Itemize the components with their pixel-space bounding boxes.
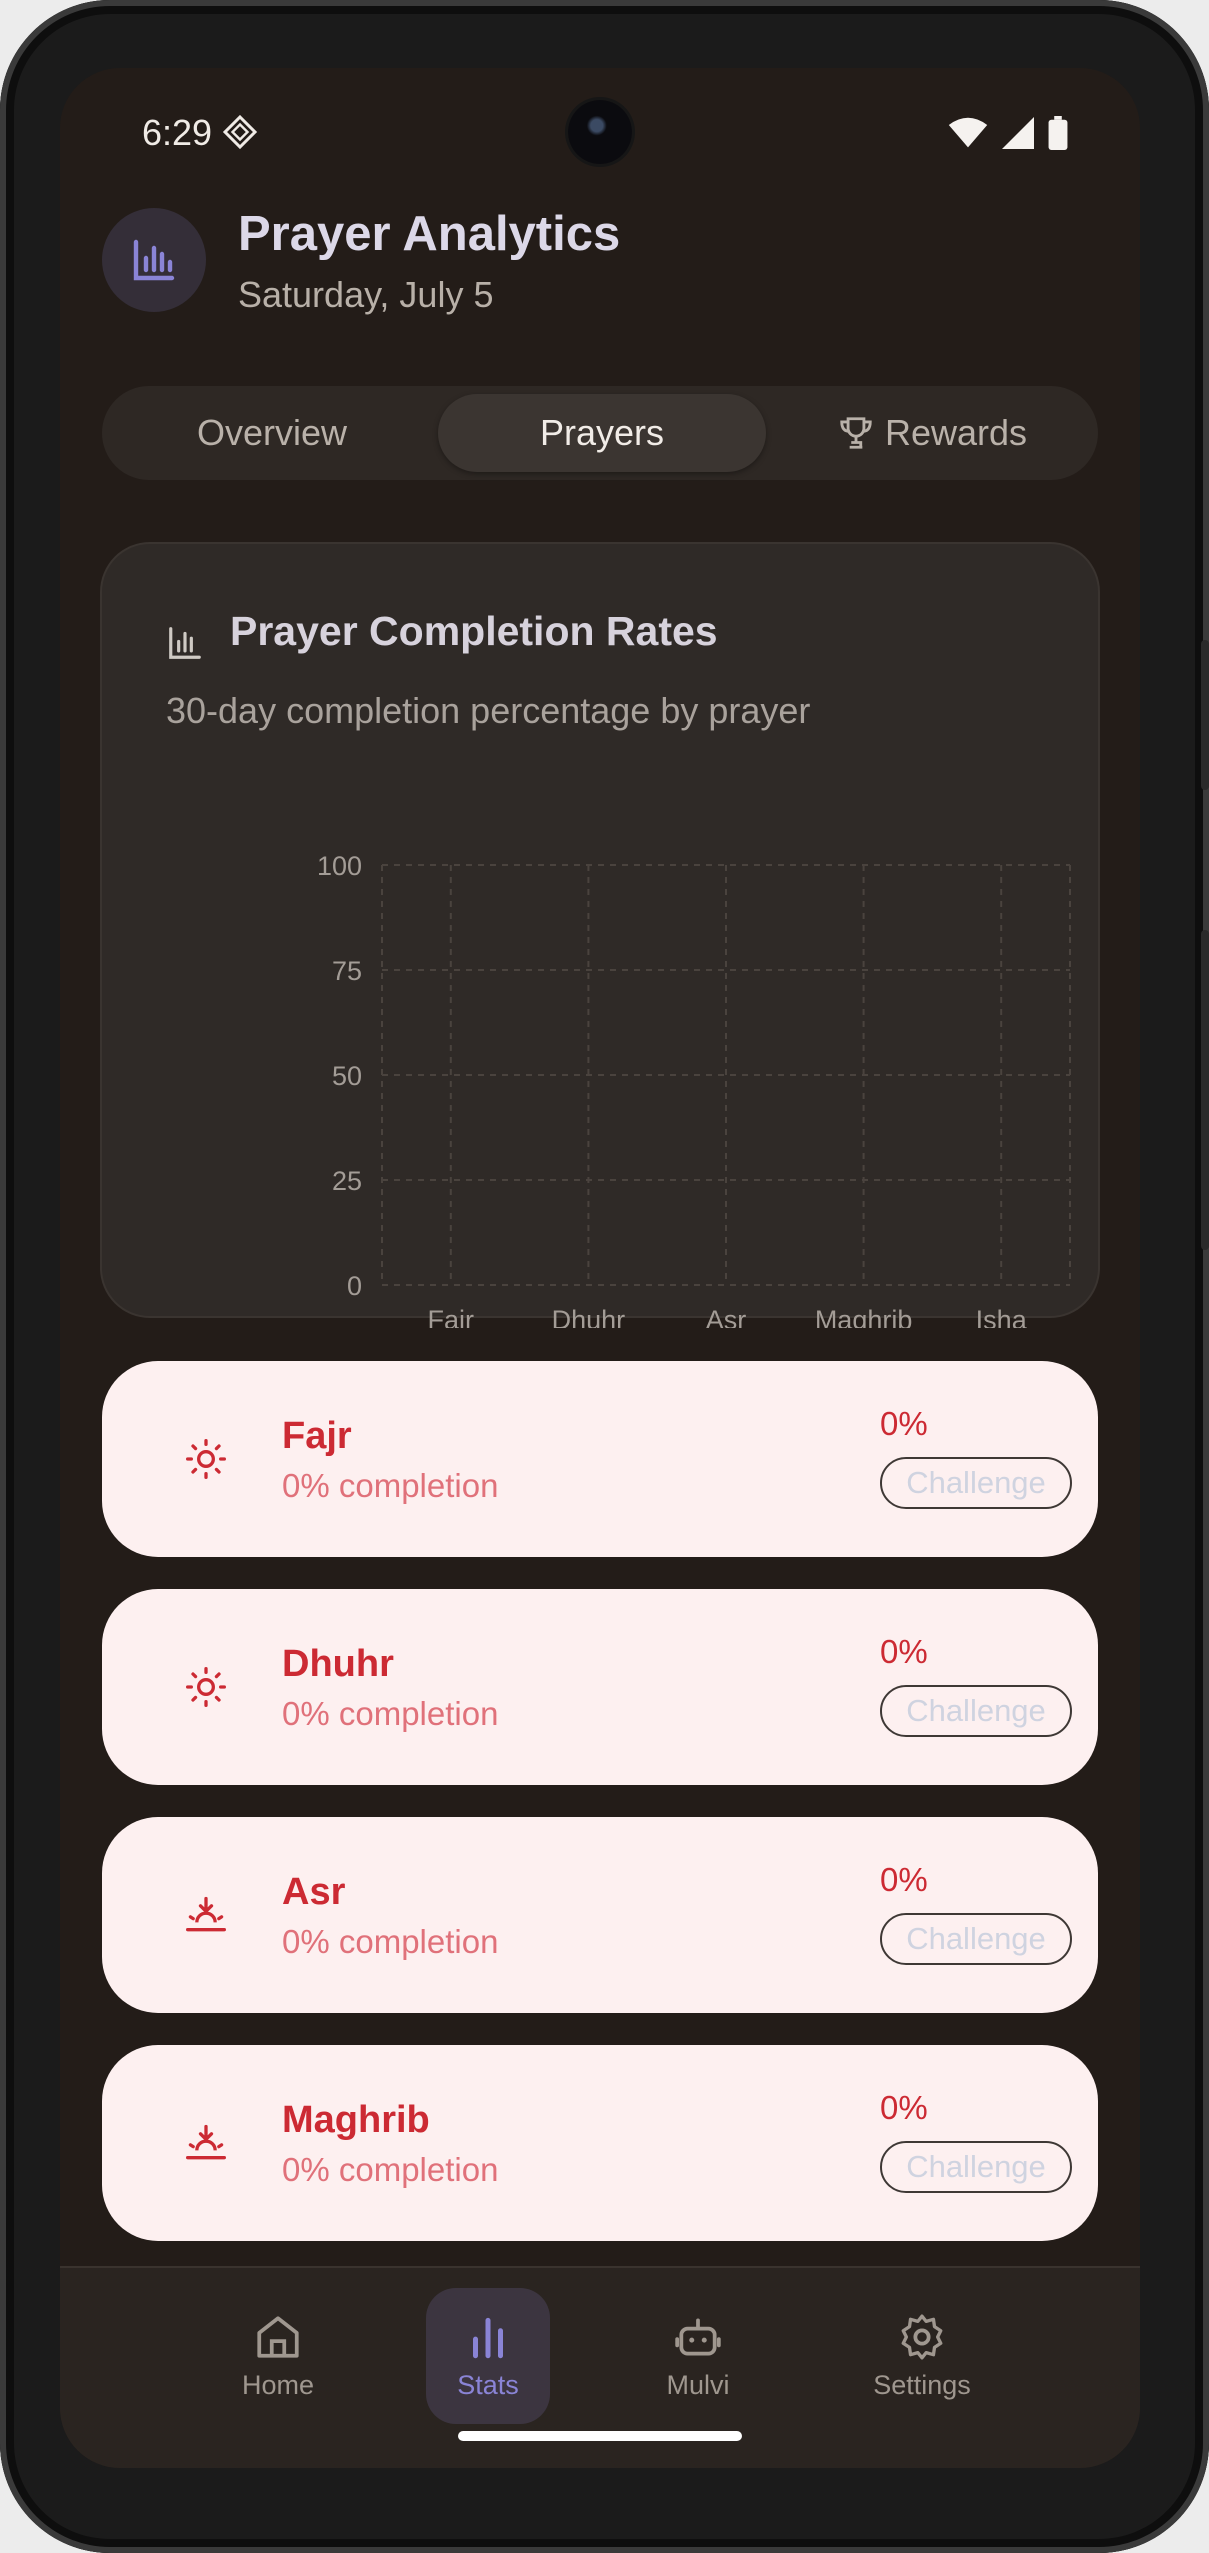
y-tick-label: 0 (347, 1271, 362, 1301)
header-avatar (102, 208, 206, 312)
phone-frame: 6:29 Prayer Analytics Saturday, July 5 O… (0, 0, 1209, 2553)
tab-prayers[interactable]: Prayers (438, 394, 766, 472)
challenge-button[interactable]: Challenge (880, 1685, 1072, 1737)
wifi-icon (948, 117, 988, 148)
bar-chart-icon (169, 627, 201, 659)
robot-icon (675, 2317, 721, 2356)
signal-icon (1002, 117, 1034, 149)
page-title: Prayer Analytics (238, 207, 621, 261)
prayer-completion: 0% completion (282, 1923, 499, 1960)
x-tick-label: Dhuhr (552, 1305, 626, 1328)
home-icon (257, 2315, 299, 2358)
challenge-button[interactable]: Challenge (880, 1457, 1072, 1509)
nav-mulvi[interactable]: Mulvi (636, 2288, 760, 2424)
x-tick-label: Maghrib (815, 1305, 913, 1328)
app-screen: 6:29 Prayer Analytics Saturday, July 5 O… (60, 68, 1140, 2468)
y-tick-label: 75 (332, 956, 362, 986)
nav-home[interactable]: Home (216, 2288, 340, 2424)
chart-title: Prayer Completion Rates (230, 608, 718, 654)
trophy-icon (840, 417, 872, 449)
prayer-percent: 0% (880, 1861, 928, 1898)
prayer-percent: 0% (880, 1405, 928, 1442)
prayer-row-fajr[interactable]: Fajr 0% completion 0% Challenge (102, 1361, 1098, 1557)
prayer-row-maghrib[interactable]: Maghrib 0% completion 0% Challenge (102, 2045, 1098, 2241)
y-tick-label: 50 (332, 1061, 362, 1091)
notification-icon (222, 114, 258, 150)
prayer-percent: 0% (880, 1633, 928, 1670)
prayer-name: Asr (282, 1871, 346, 1913)
prayer-row-asr[interactable]: Asr 0% completion 0% Challenge (102, 1817, 1098, 2013)
nav-settings[interactable]: Settings (854, 2288, 990, 2424)
prayer-completion: 0% completion (282, 2151, 499, 2188)
chart-subtitle: 30-day completion percentage by prayer (166, 690, 811, 731)
prayer-completion: 0% completion (282, 1467, 499, 1504)
status-time: 6:29 (142, 112, 213, 153)
completion-bar-chart: 0 25 50 75 100 Fajr Dhuhr Asr Maghrib Isha (317, 851, 1071, 1328)
status-bar: 6:29 (60, 68, 1140, 198)
bar-chart-icon (133, 239, 175, 281)
tab-label: Rewards (884, 412, 1028, 453)
challenge-button[interactable]: Challenge (880, 2141, 1072, 2193)
sun-icon (186, 1439, 226, 1479)
gear-icon (901, 2314, 943, 2359)
y-tick-label: 100 (317, 851, 362, 881)
nav-label: Stats (457, 2369, 519, 2400)
challenge-button[interactable]: Challenge (880, 1913, 1072, 1965)
prayer-name: Dhuhr (282, 1643, 394, 1685)
gesture-home-bar[interactable] (458, 2431, 742, 2441)
tab-rewards[interactable]: Rewards (772, 394, 1092, 472)
prayer-percent: 0% (880, 2089, 928, 2126)
tab-overview[interactable]: Overview (112, 394, 432, 472)
x-tick-label: Asr (706, 1305, 747, 1328)
prayer-row-dhuhr[interactable]: Dhuhr 0% completion 0% Challenge (102, 1589, 1098, 1785)
y-tick-label: 25 (332, 1166, 362, 1196)
sun-icon (186, 1667, 226, 1707)
x-tick-label: Isha (976, 1305, 1028, 1328)
nav-label: Home (241, 2369, 315, 2400)
battery-icon (1048, 116, 1068, 150)
x-tick-label: Fajr (428, 1305, 475, 1328)
nav-label: Mulvi (666, 2369, 730, 2400)
nav-label: Settings (873, 2369, 971, 2400)
prayer-completion: 0% completion (282, 1695, 499, 1732)
sunset-icon (186, 2124, 226, 2160)
volume-button (1201, 640, 1209, 790)
prayer-name: Fajr (282, 1415, 352, 1457)
page-date: Saturday, July 5 (238, 274, 494, 315)
power-button (1201, 930, 1209, 1250)
tab-label: Overview (196, 412, 348, 453)
bar-chart-icon (473, 2317, 503, 2358)
front-camera (568, 100, 632, 164)
sunset-icon (186, 1896, 226, 1932)
tab-label: Prayers (539, 412, 665, 453)
prayer-name: Maghrib (282, 2099, 430, 2141)
nav-stats[interactable]: Stats (426, 2288, 550, 2424)
system-icons (948, 116, 1068, 150)
tab-bar: Overview Prayers Rewards (102, 386, 1098, 480)
